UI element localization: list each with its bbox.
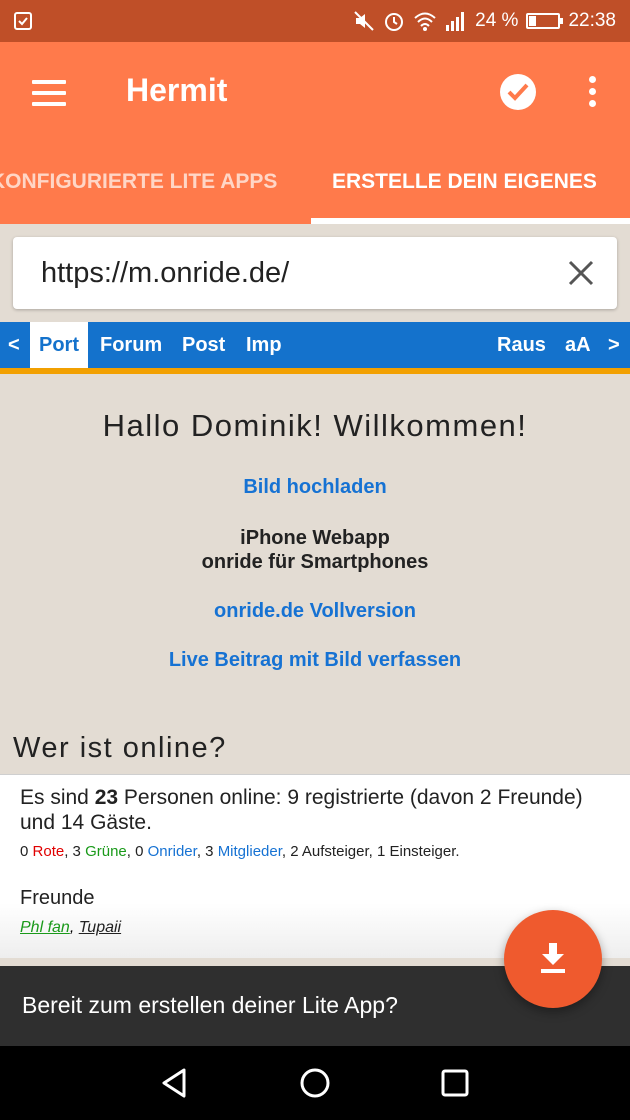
snackbar-text: Bereit zum erstellen deiner Lite App?	[22, 992, 398, 1018]
group-gruene[interactable]: Grüne	[85, 843, 127, 860]
battery-icon	[526, 13, 564, 29]
friends-list: Phl fan, Tupaii	[20, 919, 122, 936]
friend-link[interactable]: Tupaii	[79, 919, 121, 936]
download-button[interactable]	[504, 910, 602, 1008]
home-icon[interactable]	[298, 1066, 332, 1100]
download-icon	[541, 943, 565, 973]
more-vert-icon[interactable]	[585, 76, 599, 110]
group-count: 0	[135, 843, 144, 860]
group-mitglieder[interactable]: Mitglieder	[218, 843, 282, 860]
menu-icon[interactable]	[32, 80, 66, 106]
site-nav-border	[0, 368, 630, 374]
full-version-link[interactable]: onride.de Vollversion	[0, 600, 630, 623]
nav-imp[interactable]: Imp	[246, 322, 282, 368]
online-heading: Wer ist online?	[13, 732, 227, 764]
welcome-heading: Hallo Dominik! Willkommen!	[102, 408, 528, 443]
status-bar: 24 % 22:38	[0, 0, 630, 42]
back-icon[interactable]	[158, 1066, 192, 1100]
tab-bar: KONFIGURIERTE LITE APPS ERSTELLE DEIN EI…	[0, 142, 630, 224]
tab-configured-lite-apps[interactable]: KONFIGURIERTE LITE APPS	[0, 170, 277, 194]
site-nav: < Port Forum Post Imp Raus aA >	[0, 322, 630, 368]
wifi-icon	[413, 10, 437, 32]
friends-heading: Freunde	[20, 887, 95, 909]
group-count: 3	[72, 843, 81, 860]
group-count: 1	[376, 843, 386, 860]
group-count: 0	[20, 843, 29, 860]
upload-image-link[interactable]: Bild hochladen	[0, 476, 630, 499]
tab-create-your-own[interactable]: ERSTELLE DEIN EIGENES	[332, 170, 597, 194]
group-aufsteiger: Aufsteiger	[301, 843, 369, 860]
group-count: 3	[205, 843, 214, 860]
online-prefix: Es sind	[20, 786, 95, 809]
check-circle-icon[interactable]	[500, 74, 536, 110]
app-title: Hermit	[126, 72, 228, 108]
system-nav-bar	[0, 1046, 630, 1120]
clock: 22:38	[568, 10, 616, 31]
nav-prev[interactable]: <	[8, 322, 20, 368]
recents-icon[interactable]	[438, 1066, 472, 1100]
nav-logout[interactable]: Raus	[497, 322, 546, 368]
group-rote[interactable]: Rote	[33, 843, 65, 860]
signal-text: 24 %	[475, 10, 519, 31]
nav-next[interactable]: >	[608, 322, 620, 368]
webapp-line-2: onride für Smartphones	[201, 551, 429, 573]
close-icon[interactable]	[567, 259, 595, 287]
mute-icon	[353, 10, 375, 32]
url-input[interactable]	[41, 249, 551, 297]
member-groups: 0 Rote, 3 Grüne, 0 Onrider, 3 Mitglieder…	[20, 843, 460, 860]
checkbox-notification-icon	[14, 12, 32, 30]
webapp-line-1: iPhone Webapp	[240, 527, 390, 549]
nav-font-size[interactable]: aA	[565, 322, 591, 368]
alarm-icon	[383, 10, 405, 32]
group-einsteiger: Einsteiger	[389, 843, 456, 860]
friend-link[interactable]: Phl fan	[20, 919, 70, 936]
nav-post[interactable]: Post	[182, 322, 225, 368]
live-post-link[interactable]: Live Beitrag mit Bild verfassen	[0, 649, 630, 672]
online-count: 23	[94, 786, 119, 809]
nav-port[interactable]: Port	[30, 322, 88, 368]
online-summary: Es sind 23 Personen online: 9 registrier…	[20, 785, 610, 835]
nav-forum[interactable]: Forum	[100, 322, 162, 368]
group-count: 2	[290, 843, 299, 860]
group-onrider[interactable]: Onrider	[148, 843, 197, 860]
app-bar: Hermit	[0, 42, 630, 142]
url-bar	[13, 237, 617, 309]
signal-icon	[445, 11, 467, 31]
